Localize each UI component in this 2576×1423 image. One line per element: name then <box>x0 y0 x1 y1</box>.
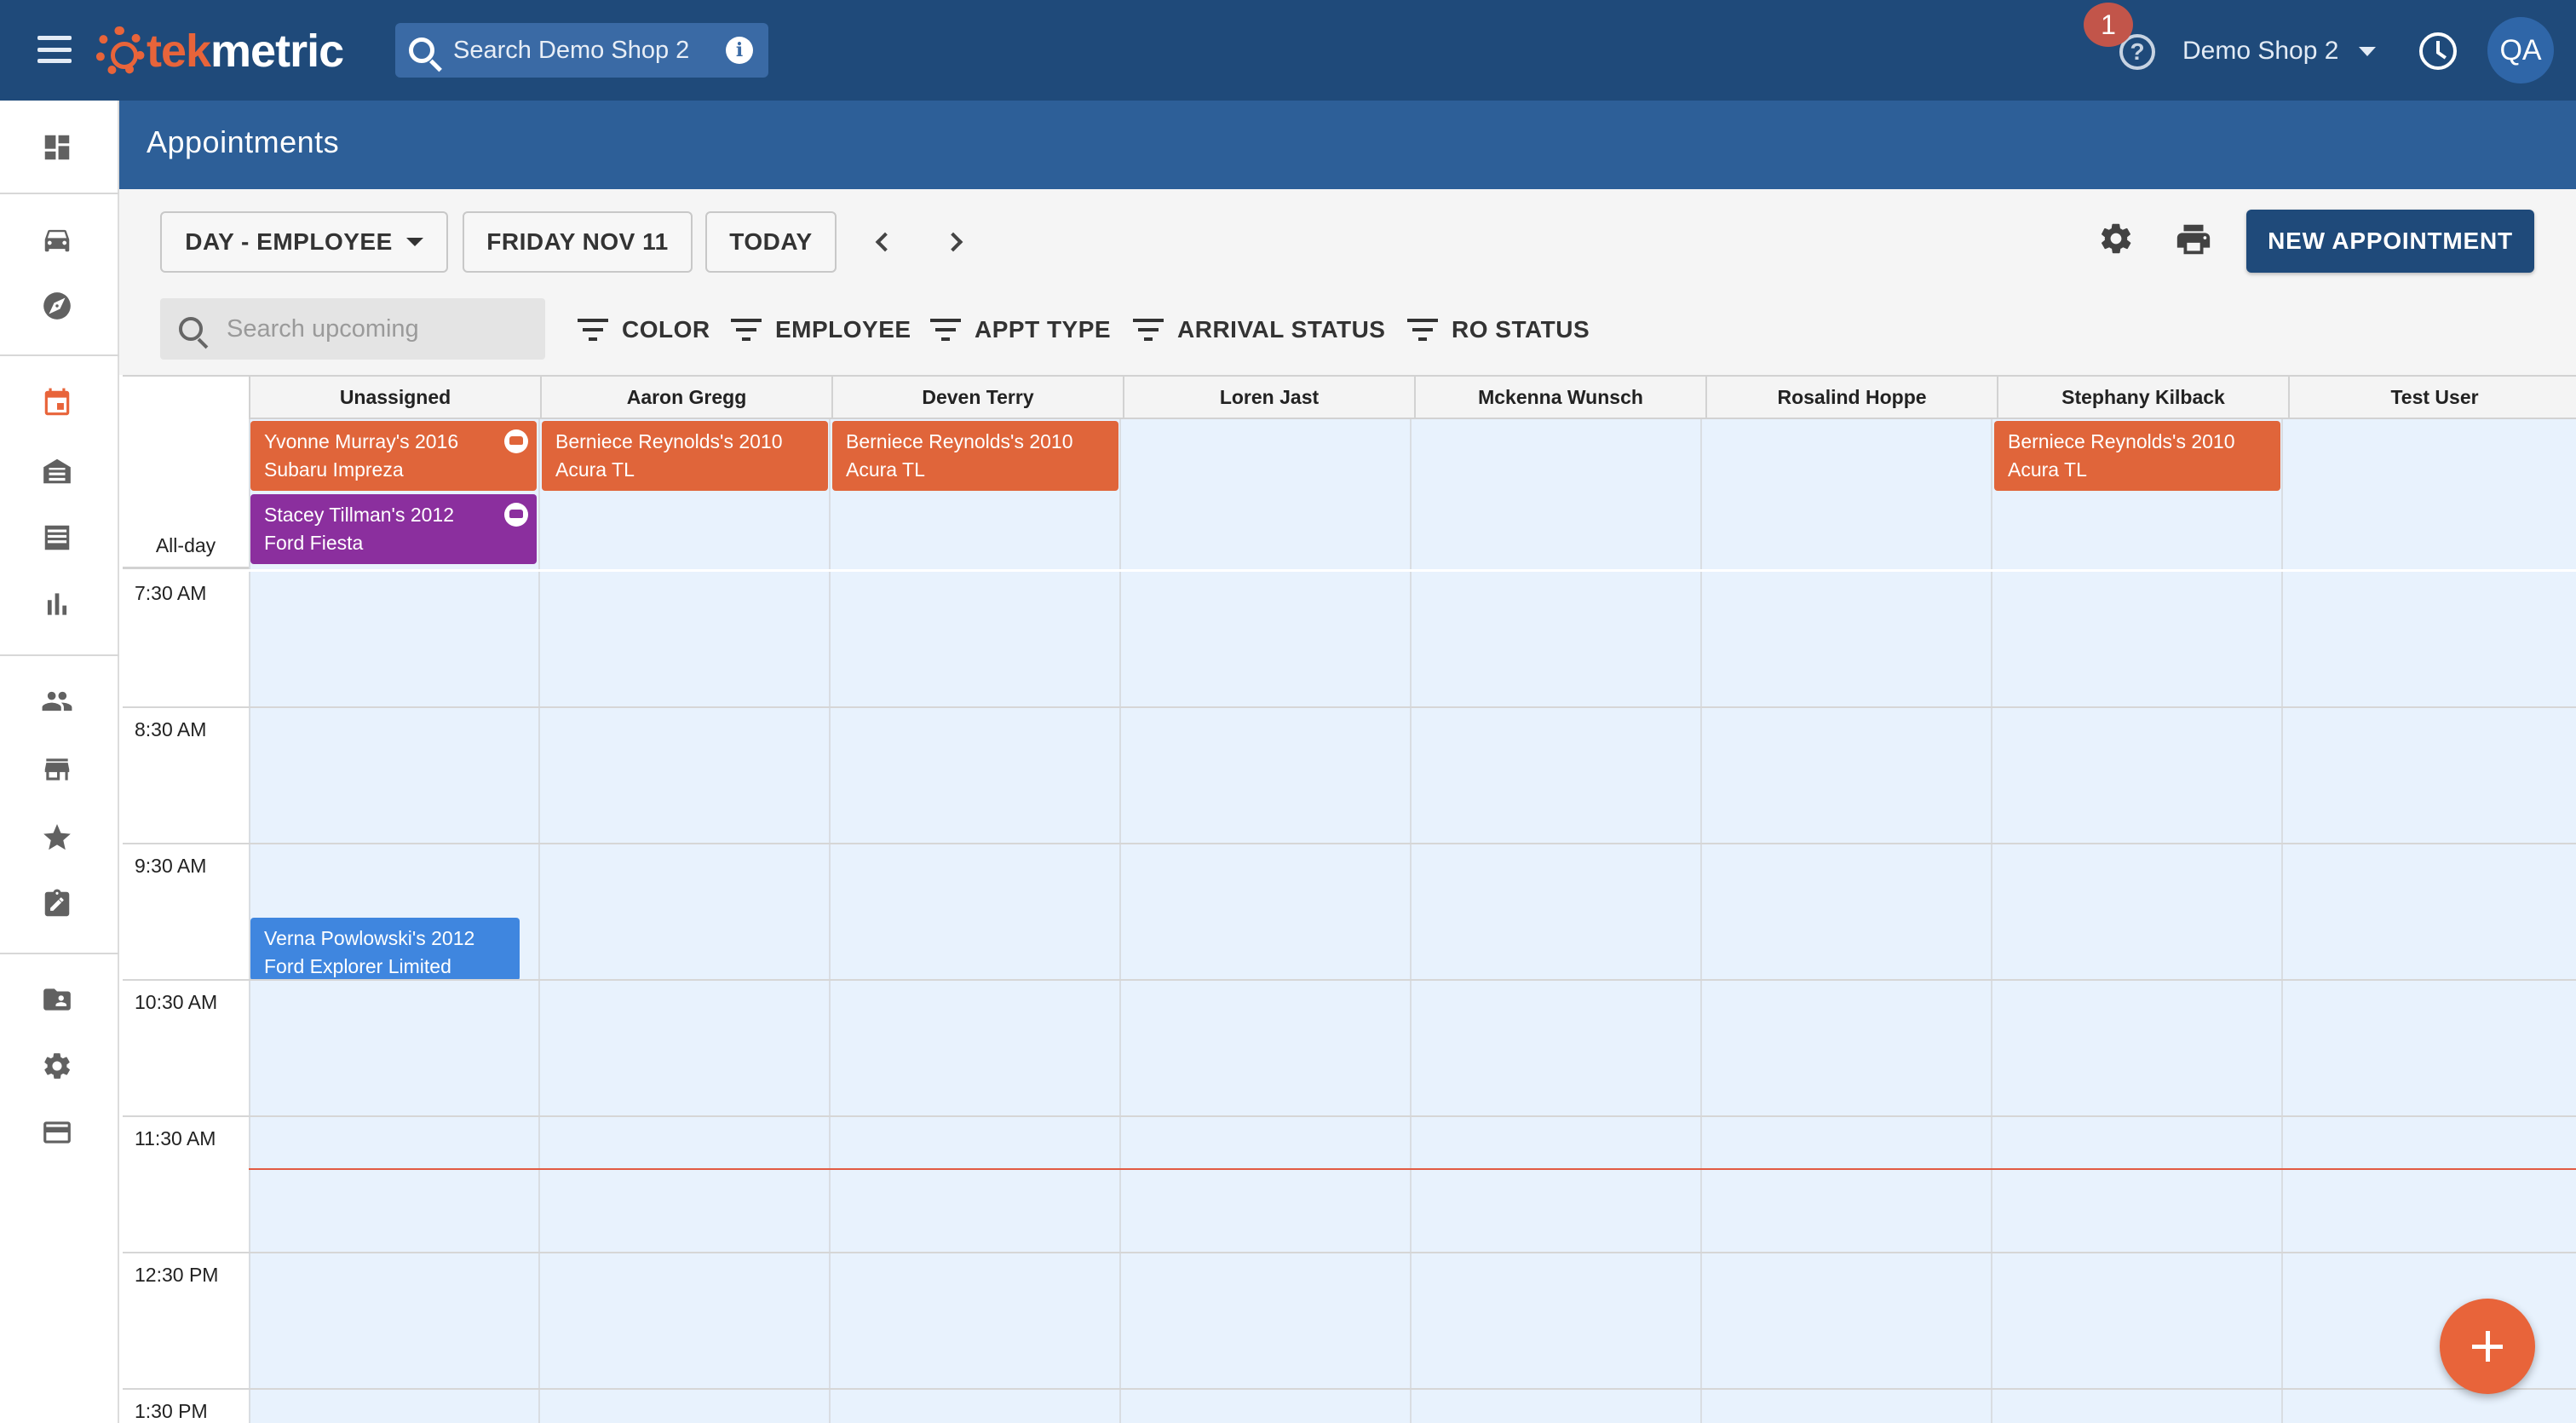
today-button[interactable]: TODAY <box>705 211 837 273</box>
settings-icon[interactable] <box>41 1050 73 1082</box>
filter-appt-type[interactable]: APPT TYPE <box>930 308 1111 351</box>
appointment-event[interactable]: Berniece Reynolds's 2010 Acura TL <box>542 421 828 491</box>
printer-icon[interactable] <box>2172 220 2215 259</box>
garage-icon[interactable] <box>41 455 73 487</box>
global-search-input[interactable] <box>453 36 709 65</box>
appointment-event[interactable]: Berniece Reynolds's 2010 Acura TL <box>832 421 1118 491</box>
global-search[interactable]: i <box>395 23 768 78</box>
filter-icon <box>731 319 762 341</box>
logo-gear-icon <box>95 26 145 76</box>
upcoming-search-input[interactable] <box>227 314 533 343</box>
chevron-right-icon <box>943 232 963 252</box>
filter-icon <box>1407 319 1438 341</box>
next-day-button[interactable] <box>942 228 969 256</box>
info-icon[interactable]: i <box>726 37 753 64</box>
search-icon <box>179 317 203 341</box>
column-header: Unassigned <box>249 377 540 418</box>
car-icon[interactable] <box>41 223 73 256</box>
column-header: Rosalind Hoppe <box>1705 377 1997 418</box>
filter-ro-status[interactable]: RO STATUS <box>1407 308 1590 351</box>
calendar-toolbar: DAY - EMPLOYEE FRIDAY NOV 11 TODAY NEW A… <box>119 189 2576 375</box>
current-time-indicator <box>249 1168 2576 1170</box>
chevron-left-icon <box>875 232 895 252</box>
car-icon <box>504 429 528 453</box>
tekmetric-logo[interactable]: tekmetric <box>95 19 344 84</box>
car-icon <box>504 503 528 527</box>
allday-label: All-day <box>155 534 216 556</box>
column-header: Loren Jast <box>1123 377 1414 418</box>
gear-icon[interactable] <box>2097 220 2135 257</box>
today-label: TODAY <box>729 228 813 255</box>
time-label: 10:30 AM <box>135 991 218 1013</box>
time-label: 11:30 AM <box>135 1127 216 1149</box>
contact-folder-icon[interactable] <box>41 983 73 1016</box>
filter-color[interactable]: COLOR <box>578 308 710 351</box>
date-picker-button[interactable]: FRIDAY NOV 11 <box>463 211 693 273</box>
page-title: Appointments <box>147 124 340 159</box>
calendar: Unassigned Aaron Gregg Deven Terry Loren… <box>119 375 2576 1423</box>
upcoming-search[interactable] <box>160 298 545 360</box>
column-header: Stephany Kilback <box>1997 377 2288 418</box>
filter-arrival-status[interactable]: ARRIVAL STATUS <box>1133 308 1385 351</box>
filter-icon <box>1133 319 1164 341</box>
date-label: FRIDAY NOV 11 <box>486 228 669 255</box>
list-icon[interactable] <box>41 521 73 554</box>
top-app-bar: tekmetric i ? 1 Demo Shop 2 QA <box>0 0 2576 101</box>
avatar[interactable]: QA <box>2487 17 2554 84</box>
column-header: Aaron Gregg <box>540 377 831 418</box>
add-fab-button[interactable] <box>2440 1299 2535 1394</box>
star-icon[interactable] <box>41 821 73 854</box>
column-header: Mckenna Wunsch <box>1414 377 1705 418</box>
search-icon <box>409 37 434 63</box>
allday-area[interactable]: Yvonne Murray's 2016 Subaru Impreza Stac… <box>249 419 2576 569</box>
filter-employee[interactable]: EMPLOYEE <box>731 308 911 351</box>
store-icon[interactable] <box>41 753 73 786</box>
allday-row: All-day Yvonne Murray's 2016 Subaru Impr… <box>123 419 2576 569</box>
time-label: 7:30 AM <box>135 582 207 604</box>
time-axis: 7:30 AM 8:30 AM 9:30 AM 10:30 AM 11:30 A… <box>123 572 249 1423</box>
appointment-event[interactable]: Berniece Reynolds's 2010 Acura TL <box>1994 421 2280 491</box>
clipboard-edit-icon[interactable] <box>41 888 73 920</box>
time-label: 9:30 AM <box>135 855 207 877</box>
calendar-icon[interactable] <box>41 387 73 419</box>
view-selector-button[interactable]: DAY - EMPLOYEE <box>160 211 448 273</box>
filter-icon <box>578 319 608 341</box>
appointment-event[interactable]: Stacey Tillman's 2012 Ford Fiesta <box>250 494 537 564</box>
view-selector-label: DAY - EMPLOYEE <box>185 228 393 255</box>
shop-name: Demo Shop 2 <box>2182 37 2339 65</box>
time-label: 12:30 PM <box>135 1264 219 1286</box>
time-slots[interactable]: Verna Powlowski's 2012 Ford Explorer Lim… <box>249 572 2576 1423</box>
time-grid: 7:30 AM 8:30 AM 9:30 AM 10:30 AM 11:30 A… <box>123 572 2576 1423</box>
new-appointment-button[interactable]: NEW APPOINTMENT <box>2246 210 2534 273</box>
sidebar <box>0 101 119 1423</box>
notification-badge[interactable]: 1 <box>2084 3 2133 47</box>
time-axis-header <box>123 375 249 419</box>
appointment-event[interactable]: Yvonne Murray's 2016 Subaru Impreza <box>250 421 537 491</box>
chevron-down-icon <box>405 238 423 246</box>
logo-text: tekmetric <box>147 26 344 77</box>
column-header: Deven Terry <box>831 377 1123 418</box>
dashboard-icon[interactable] <box>41 131 73 164</box>
shop-selector[interactable]: Demo Shop 2 <box>2182 34 2377 68</box>
filter-icon <box>930 319 961 341</box>
chevron-down-icon <box>2359 46 2377 56</box>
people-icon[interactable] <box>41 685 73 717</box>
hamburger-icon[interactable] <box>37 36 72 63</box>
employee-column-headers: Unassigned Aaron Gregg Deven Terry Loren… <box>249 375 2576 419</box>
column-header: Test User <box>2288 377 2576 418</box>
page-title-bar: Appointments <box>119 101 2576 189</box>
previous-day-button[interactable] <box>869 228 896 256</box>
appointment-event[interactable]: Verna Powlowski's 2012 Ford Explorer Lim… <box>250 918 520 981</box>
credit-card-icon[interactable] <box>41 1116 73 1149</box>
time-label: 8:30 AM <box>135 718 207 740</box>
bar-chart-icon[interactable] <box>41 588 73 620</box>
clock-icon[interactable] <box>2419 32 2457 70</box>
compass-icon[interactable] <box>41 290 73 322</box>
time-label: 1:30 PM <box>135 1400 208 1422</box>
